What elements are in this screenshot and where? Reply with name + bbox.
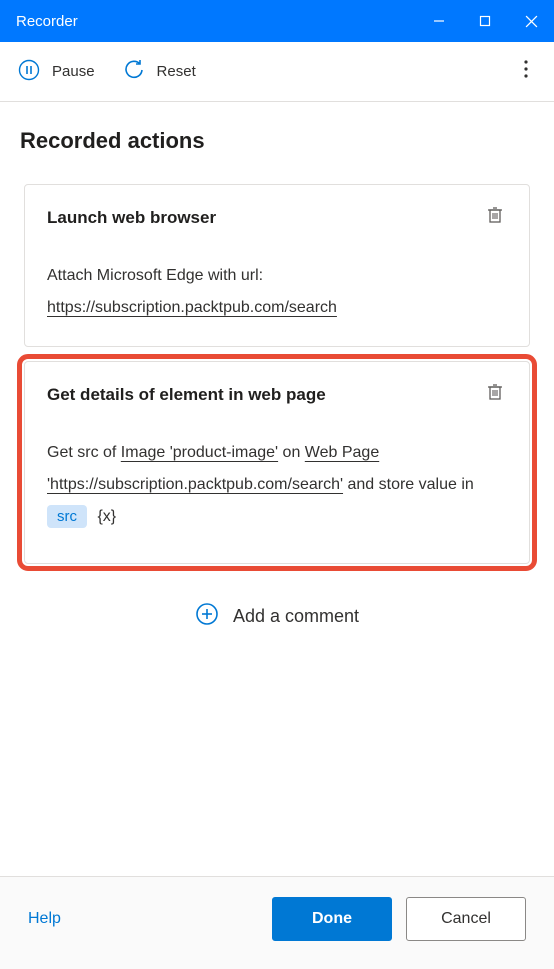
footer: Help Done Cancel bbox=[0, 876, 554, 969]
variable-hint: {x} bbox=[97, 508, 116, 525]
maximize-button[interactable] bbox=[462, 0, 508, 42]
reset-label: Reset bbox=[157, 63, 196, 80]
card-text: Attach Microsoft Edge with url: bbox=[47, 267, 263, 284]
card-title: Launch web browser bbox=[47, 208, 483, 228]
text-fragment: and store value in bbox=[347, 476, 473, 493]
titlebar: Recorder bbox=[0, 0, 554, 42]
minimize-button[interactable] bbox=[416, 0, 462, 42]
more-button[interactable] bbox=[516, 52, 536, 91]
close-button[interactable] bbox=[508, 0, 554, 42]
card-title: Get details of element in web page bbox=[47, 385, 483, 405]
url-link[interactable]: https://subscription.packtpub.com/search bbox=[47, 299, 337, 316]
delete-button[interactable] bbox=[483, 203, 507, 232]
card-body: Attach Microsoft Edge with url: https://… bbox=[47, 260, 507, 324]
help-link[interactable]: Help bbox=[28, 910, 61, 928]
element-link[interactable]: Image 'product-image' bbox=[121, 444, 278, 461]
toolbar: Pause Reset bbox=[0, 42, 554, 102]
done-button[interactable]: Done bbox=[272, 897, 392, 941]
window-title: Recorder bbox=[16, 13, 416, 30]
action-card-highlighted[interactable]: Get details of element in web page Get s… bbox=[24, 361, 530, 564]
reset-icon bbox=[123, 59, 145, 85]
pause-button[interactable]: Pause bbox=[18, 59, 95, 85]
text-fragment: on bbox=[283, 444, 305, 461]
content-area: Recorded actions Launch web browser Atta… bbox=[0, 102, 554, 876]
pause-icon bbox=[18, 59, 40, 85]
pause-label: Pause bbox=[52, 63, 95, 80]
variable-pill[interactable]: src bbox=[47, 505, 87, 528]
card-body: Get src of Image 'product-image' on Web … bbox=[47, 437, 507, 533]
add-comment-label: Add a comment bbox=[233, 606, 359, 627]
page-title: Recorded actions bbox=[20, 128, 534, 154]
plus-circle-icon bbox=[195, 602, 219, 631]
cancel-button[interactable]: Cancel bbox=[406, 897, 526, 941]
add-comment-button[interactable]: Add a comment bbox=[20, 602, 534, 631]
text-fragment: Get src of bbox=[47, 444, 121, 461]
reset-button[interactable]: Reset bbox=[123, 59, 196, 85]
delete-button[interactable] bbox=[483, 380, 507, 409]
action-card[interactable]: Launch web browser Attach Microsoft Edge… bbox=[24, 184, 530, 347]
